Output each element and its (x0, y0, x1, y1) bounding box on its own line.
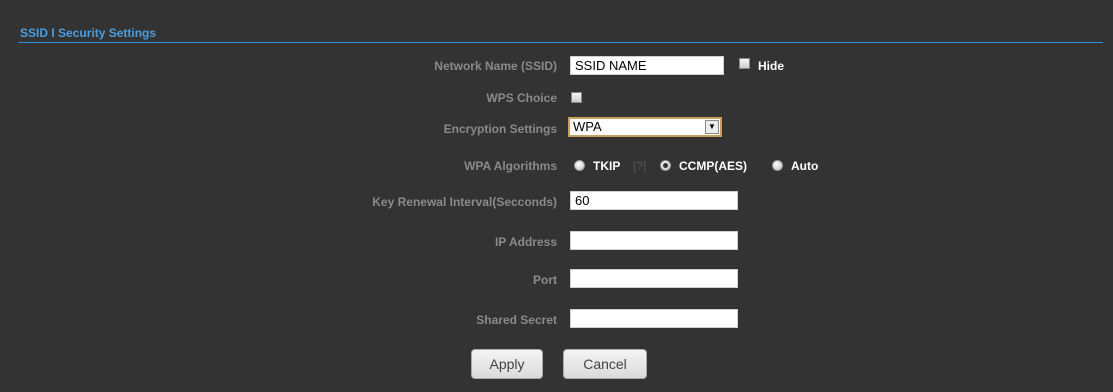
ip-address-label: IP Address (494, 235, 557, 249)
help-icon[interactable]: [?] (633, 159, 646, 173)
key-renewal-label: Key Renewal Interval(Secconds) (372, 195, 557, 209)
port-input[interactable] (570, 269, 738, 288)
encryption-selected-value: WPA (573, 119, 602, 134)
radio-ccmp-label: CCMP(AES) (679, 159, 747, 173)
hide-label: Hide (758, 59, 785, 73)
ssid-label: Network Name (SSID) (434, 59, 557, 73)
radio-auto-label: Auto (791, 159, 819, 173)
radio-tkip-label: TKIP (593, 159, 621, 173)
shared-secret-label: Shared Secret (476, 313, 557, 327)
section-title: SSID I Security Settings (20, 26, 157, 40)
port-label: Port (533, 273, 557, 287)
encryption-select[interactable]: WPA ▼ (568, 117, 722, 137)
wps-label: WPS Choice (486, 91, 557, 105)
cancel-button[interactable]: Cancel (563, 349, 647, 379)
section-divider (18, 42, 1103, 43)
radio-ccmp[interactable] (660, 160, 671, 171)
chevron-down-icon[interactable]: ▼ (705, 120, 719, 134)
radio-tkip[interactable] (574, 160, 585, 171)
wpa-algorithms-label: WPA Algorithms (464, 159, 557, 173)
encryption-label: Encryption Settings (443, 122, 557, 136)
ssid-input[interactable] (570, 56, 724, 75)
apply-button[interactable]: Apply (471, 349, 543, 379)
wps-checkbox[interactable] (571, 92, 582, 103)
hide-checkbox[interactable] (739, 58, 750, 69)
radio-auto[interactable] (772, 160, 783, 171)
security-settings-panel: SSID I Security Settings Network Name (S… (0, 0, 1113, 392)
ip-address-input[interactable] (570, 231, 738, 250)
shared-secret-input[interactable] (570, 309, 738, 328)
key-renewal-input[interactable] (570, 191, 738, 210)
